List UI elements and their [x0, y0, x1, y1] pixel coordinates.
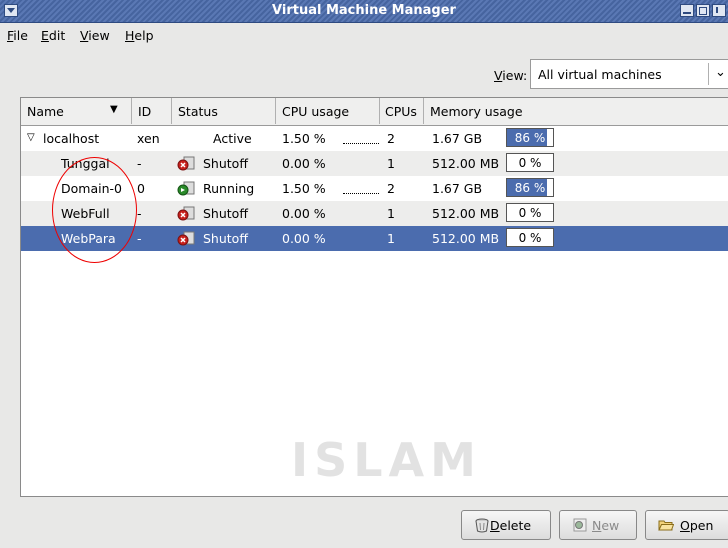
new-button[interactable]: New: [559, 510, 637, 540]
row-cpu-usage: 0.00 %: [282, 231, 326, 246]
new-button-label: New: [592, 518, 620, 533]
column-header-id[interactable]: ID: [132, 98, 172, 124]
row-memory: 512.00 MB: [432, 156, 500, 171]
window-title: Virtual Machine Manager: [272, 3, 456, 18]
column-header-status[interactable]: Status: [172, 98, 276, 124]
menu-view[interactable]: View: [80, 28, 110, 43]
memory-usage-percent: 86 %: [514, 131, 546, 145]
menu-bar: File Edit View Help: [0, 23, 728, 45]
memory-usage-percent: 0 %: [518, 206, 542, 220]
maximize-button[interactable]: [696, 4, 710, 17]
new-vm-icon: [573, 518, 587, 532]
view-filter-dropdown[interactable]: All virtual machines ⌄: [530, 59, 728, 89]
row-status: Running: [203, 181, 255, 196]
expander-icon[interactable]: ▽: [27, 132, 35, 143]
cpu-sparkline: [343, 141, 379, 144]
memory-usage-bar: 0 %: [506, 153, 554, 172]
row-name: localhost: [43, 131, 100, 146]
row-memory: 1.67 GB: [432, 131, 483, 146]
column-header-name[interactable]: Name ▼: [21, 98, 132, 124]
row-cpus: 2: [387, 181, 395, 196]
close-button[interactable]: [712, 4, 726, 17]
vm-shutoff-icon: [177, 231, 195, 246]
row-id: -: [137, 231, 142, 246]
vm-table: Name ▼ ID Status CPU usage CPUs Memory u…: [20, 97, 728, 497]
open-button-label: Open: [680, 518, 714, 533]
vm-shutoff-icon: [177, 206, 195, 221]
row-cpu-usage: 1.50 %: [282, 131, 326, 146]
vm-running-icon: [177, 181, 195, 196]
folder-open-icon: [658, 520, 674, 531]
row-status: Shutoff: [203, 231, 248, 246]
row-cpus: 1: [387, 206, 395, 221]
row-memory: 1.67 GB: [432, 181, 483, 196]
column-header-memory-usage[interactable]: Memory usage: [424, 98, 728, 124]
minimize-button[interactable]: [680, 4, 694, 17]
chevron-down-icon: ⌄: [715, 65, 726, 80]
row-cpu-usage: 1.50 %: [282, 181, 326, 196]
memory-usage-percent: 0 %: [518, 156, 542, 170]
row-cpus: 2: [387, 131, 395, 146]
memory-usage-bar: 86 %: [506, 128, 554, 147]
table-header: Name ▼ ID Status CPU usage CPUs Memory u…: [21, 98, 728, 126]
menu-file[interactable]: File: [7, 28, 28, 43]
row-status: Shutoff: [203, 156, 248, 171]
menu-help[interactable]: Help: [125, 28, 154, 43]
row-id: -: [137, 156, 142, 171]
delete-button[interactable]: Delete: [461, 510, 551, 540]
delete-button-label: Delete: [490, 518, 532, 533]
row-cpus: 1: [387, 156, 395, 171]
column-header-name-label: Name: [27, 104, 64, 119]
trash-icon: [475, 518, 489, 533]
table-row[interactable]: Tunggal - Shutoff 0.00 % 1 512.00 MB 0 %: [21, 151, 728, 176]
view-filter-value: All virtual machines: [538, 67, 662, 82]
row-status: Shutoff: [203, 206, 248, 221]
menu-edit[interactable]: Edit: [41, 28, 65, 43]
row-cpu-usage: 0.00 %: [282, 206, 326, 221]
cpu-sparkline: [343, 191, 379, 194]
memory-usage-bar: 86 %: [506, 178, 554, 197]
sort-down-icon: ▼: [110, 104, 118, 115]
background-watermark: ISLAM: [291, 433, 482, 487]
memory-usage-bar: 0 %: [506, 228, 554, 247]
table-row-host[interactable]: ▽ localhost xen Active 1.50 % 2 1.67 GB …: [21, 126, 728, 151]
red-annotation-circle: [52, 157, 137, 263]
title-bar: Virtual Machine Manager: [0, 0, 728, 23]
memory-usage-percent: 86 %: [514, 181, 546, 195]
row-memory: 512.00 MB: [432, 206, 500, 221]
row-id: 0: [137, 181, 145, 196]
row-id: -: [137, 206, 142, 221]
row-cpus: 1: [387, 231, 395, 246]
row-id: xen: [137, 131, 160, 146]
dropdown-separator: [708, 63, 709, 85]
vm-shutoff-icon: [177, 156, 195, 171]
memory-usage-percent: 0 %: [518, 231, 542, 245]
open-button[interactable]: Open: [645, 510, 728, 540]
view-filter-label: View:: [494, 68, 528, 83]
memory-usage-bar: 0 %: [506, 203, 554, 222]
row-status: Active: [213, 131, 252, 146]
row-cpu-usage: 0.00 %: [282, 156, 326, 171]
column-header-cpus[interactable]: CPUs: [380, 98, 424, 124]
row-memory: 512.00 MB: [432, 231, 500, 246]
column-header-cpu-usage[interactable]: CPU usage: [276, 98, 380, 124]
